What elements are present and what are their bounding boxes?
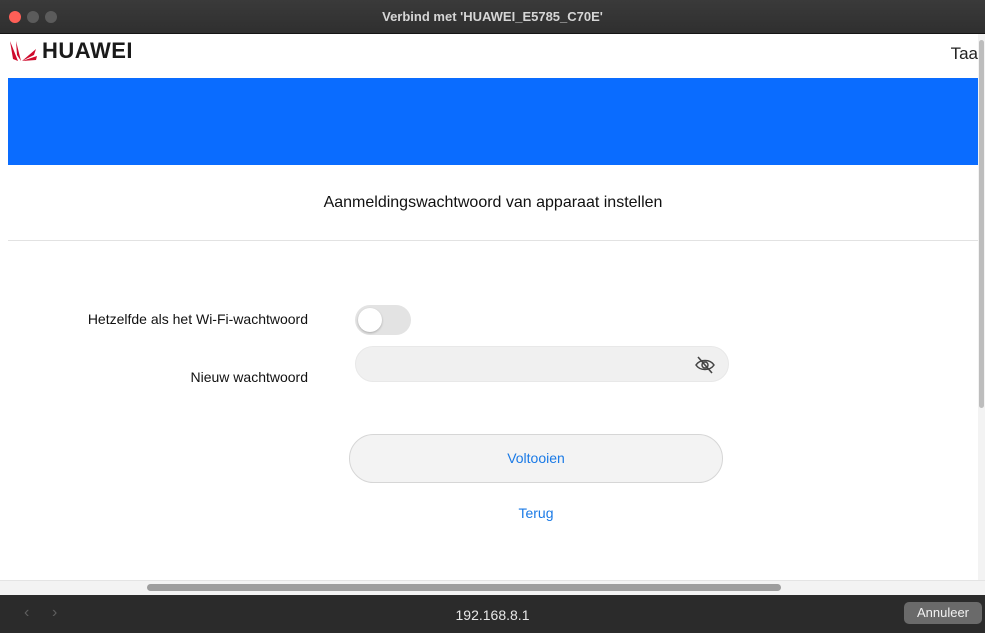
brand-name: HUAWEI xyxy=(42,38,133,63)
back-link[interactable]: Terug xyxy=(349,505,723,521)
web-content: HUAWEI Taa Aanmeldingswachtwoord van app… xyxy=(0,34,985,595)
huawei-logo-icon xyxy=(10,41,37,61)
finish-button[interactable]: Voltooien xyxy=(349,434,723,483)
same-as-wifi-label: Hetzelfde als het Wi-Fi-wachtwoord xyxy=(87,311,308,327)
toggle-knob xyxy=(358,308,382,332)
vertical-scroll-thumb[interactable] xyxy=(979,40,984,408)
divider xyxy=(8,240,978,241)
window-title: Verbind met 'HUAWEI_E5785_C70E' xyxy=(382,9,603,24)
bottom-bar: ‹ › 192.168.8.1 Annuleer xyxy=(0,595,985,633)
new-password-label: Nieuw wachtwoord xyxy=(190,369,309,385)
new-password-field[interactable] xyxy=(355,346,729,382)
window-titlebar: Verbind met 'HUAWEI_E5785_C70E' xyxy=(0,0,985,34)
vertical-scrollbar[interactable] xyxy=(978,34,985,580)
new-password-input[interactable] xyxy=(370,354,670,374)
eye-slash-icon[interactable] xyxy=(694,355,716,375)
horizontal-scrollbar[interactable] xyxy=(0,580,985,595)
horizontal-scroll-thumb[interactable] xyxy=(147,584,781,591)
page-title: Aanmeldingswachtwoord van apparaat inste… xyxy=(323,194,663,211)
header-banner xyxy=(8,78,978,165)
url-label: 192.168.8.1 xyxy=(455,607,530,623)
header: HUAWEI Taa xyxy=(0,34,978,78)
same-as-wifi-toggle[interactable] xyxy=(355,305,411,335)
language-selector[interactable]: Taa xyxy=(951,44,978,64)
cancel-button[interactable]: Annuleer xyxy=(904,602,982,624)
